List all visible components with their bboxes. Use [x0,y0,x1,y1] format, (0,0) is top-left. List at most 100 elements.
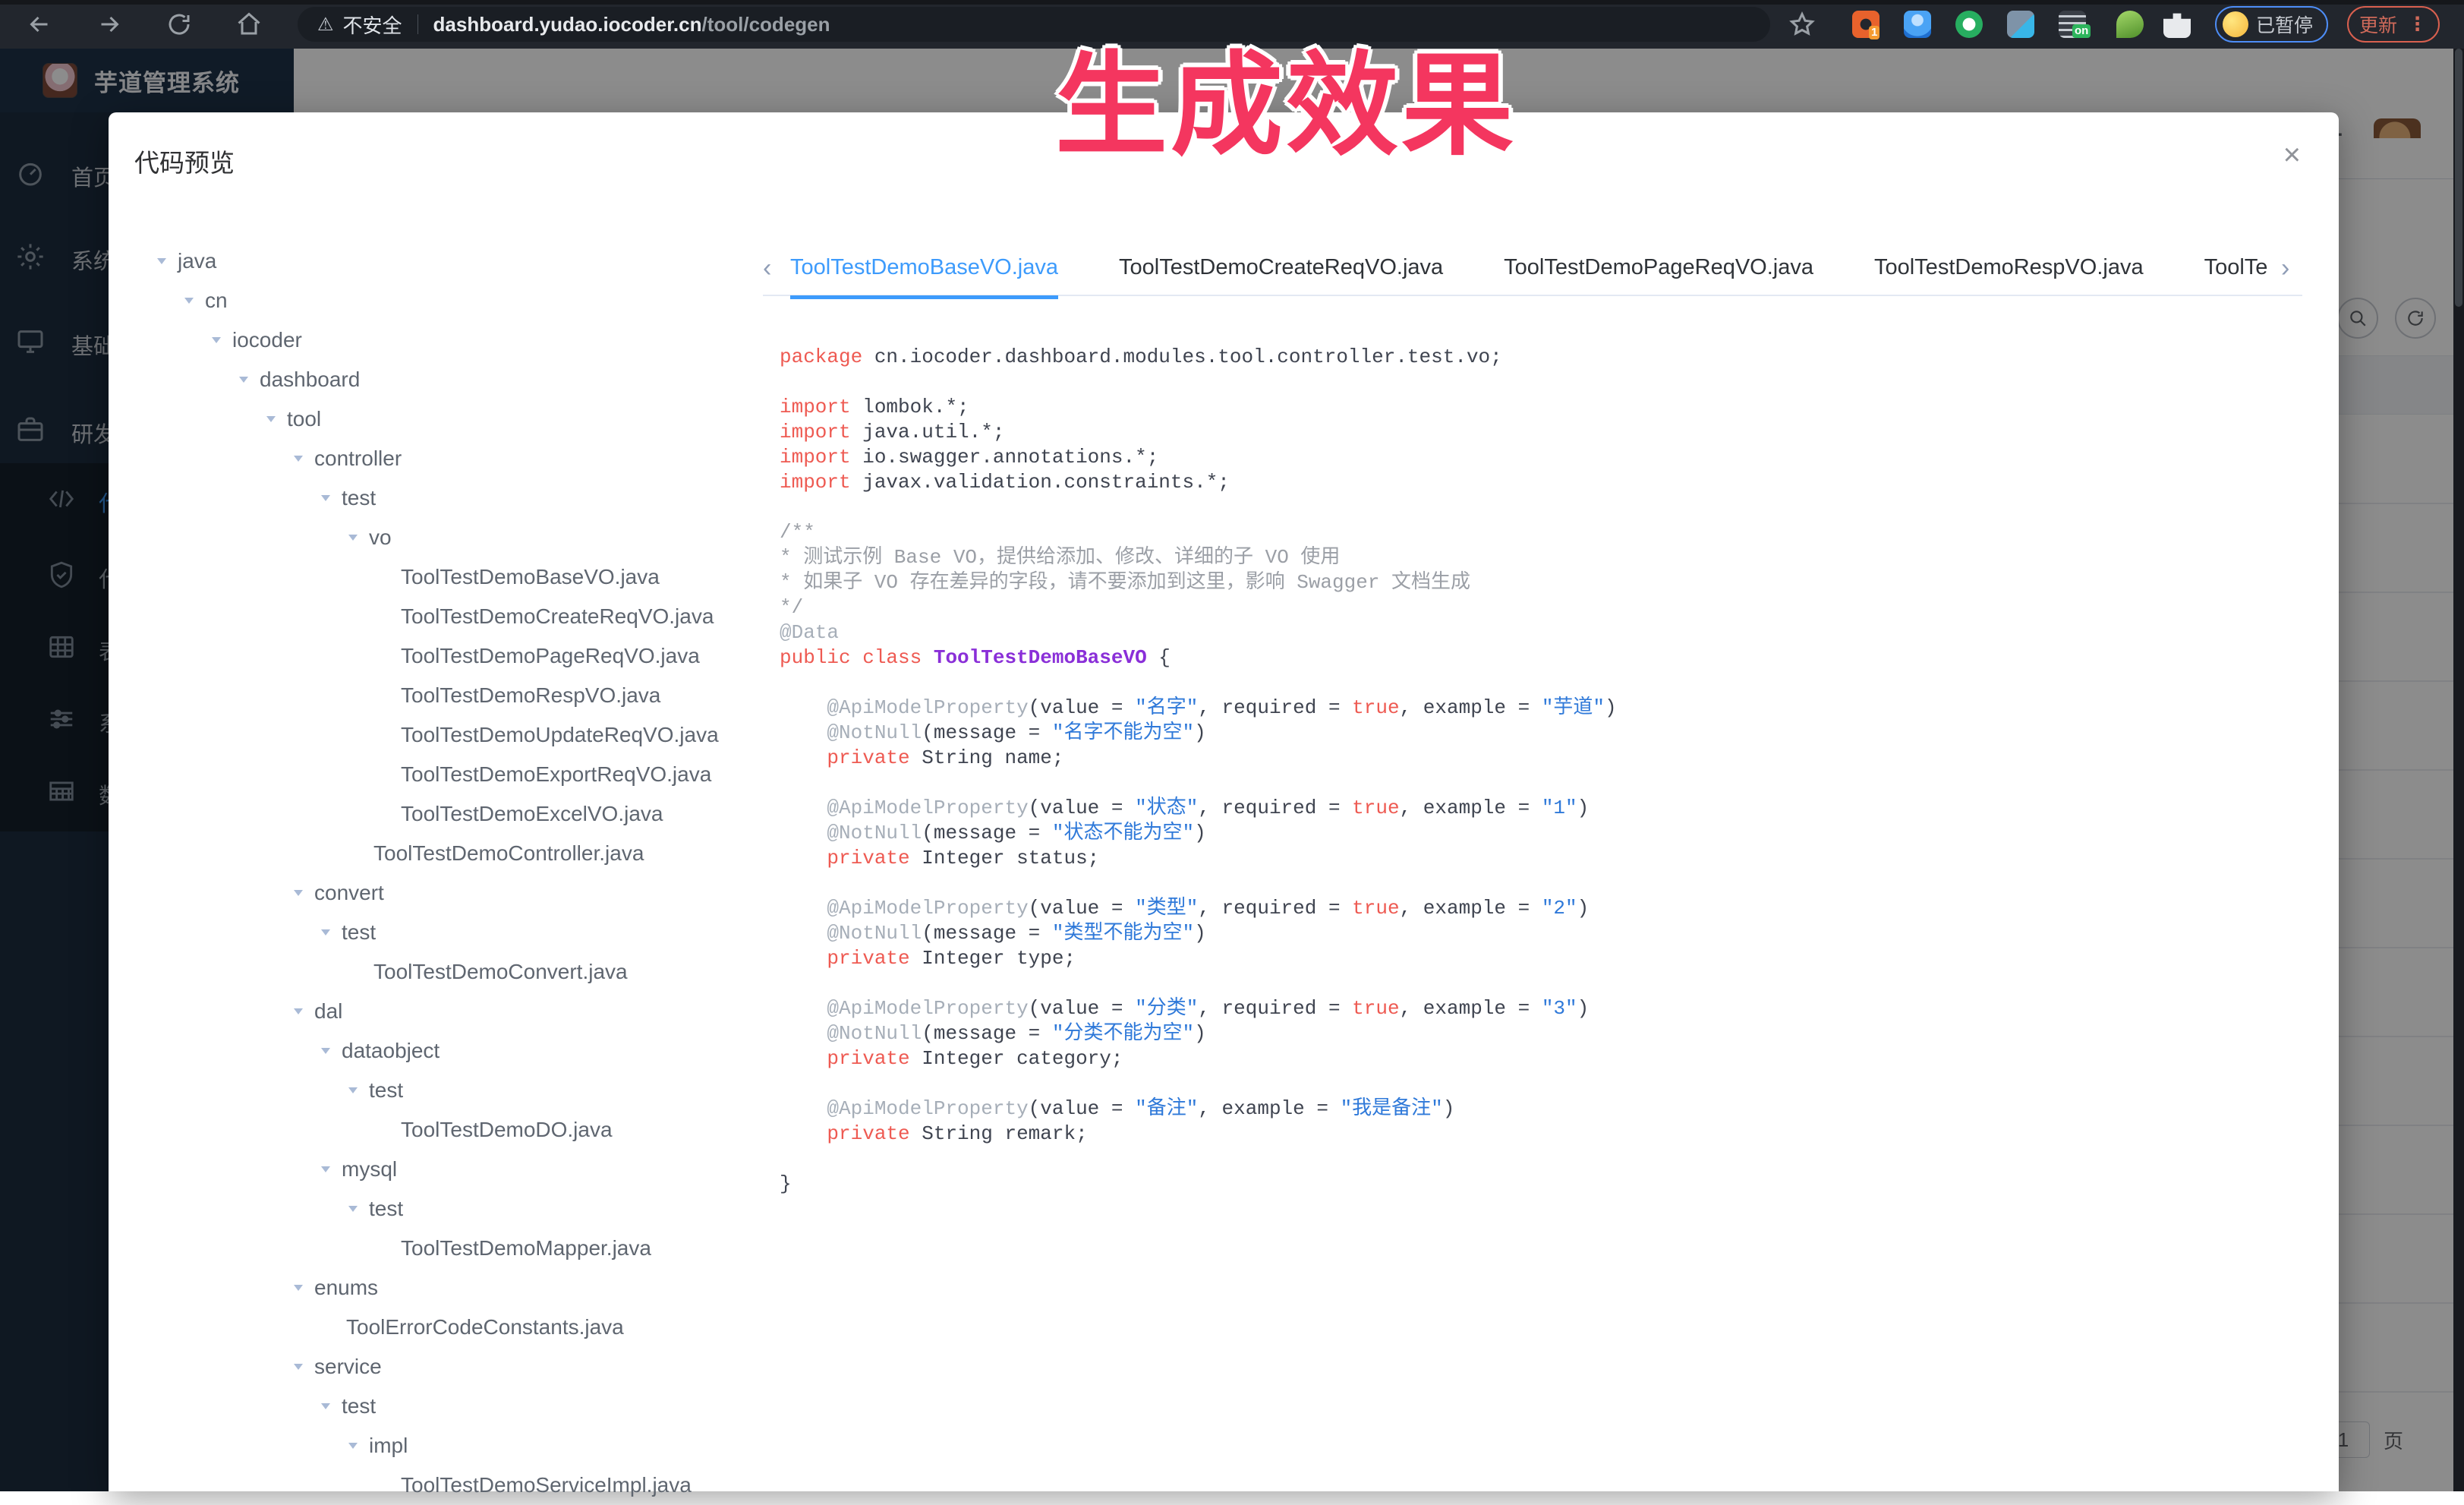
tree-node-label: controller [314,446,402,471]
tree-folder[interactable]: test [157,1387,757,1426]
tree-folder[interactable]: tool [157,399,757,439]
file-tab-0[interactable]: ToolTestDemoBaseVO.java [790,246,1058,299]
tree-file[interactable]: ToolTestDemoCreateReqVO.java [157,597,757,636]
address-bar[interactable]: ⚠ 不安全 dashboard.yudao.iocoder.cn/tool/co… [298,7,1770,42]
tree-folder[interactable]: dashboard [157,360,757,399]
file-tab-4[interactable]: ToolTe [2204,246,2268,299]
tree-file[interactable]: ToolTestDemoBaseVO.java [157,557,757,597]
code-viewer[interactable]: package cn.iocoder.dashboard.modules.too… [780,345,1617,1197]
update-label: 更新 [2359,11,2397,38]
tree-folder[interactable]: dataobject [157,1031,757,1071]
extensions-puzzle-icon[interactable] [2163,11,2191,38]
tree-node-label: test [342,486,376,510]
kebab-menu-icon[interactable]: ⋮ [2408,13,2428,36]
caret-down-icon[interactable] [348,1206,358,1212]
caret-down-icon[interactable] [321,1403,330,1409]
tabs-scroll-right-icon[interactable]: › [2281,254,2302,283]
tree-folder[interactable]: test [157,1071,757,1110]
tree-folder[interactable]: java [157,241,757,281]
caret-down-icon[interactable] [321,1048,330,1054]
caret-down-icon[interactable] [239,377,248,383]
caret-down-icon[interactable] [294,1285,303,1291]
home-icon[interactable] [235,11,263,38]
annotation-overlay-text: 生成效果 [1055,14,1541,177]
tree-node-label: dashboard [260,368,360,392]
tree-folder[interactable]: test [157,478,757,518]
extension-icon-blue-drop[interactable] [1904,11,1931,38]
caret-down-icon[interactable] [348,1443,358,1449]
caret-down-icon[interactable] [212,337,221,343]
back-icon[interactable] [26,11,53,38]
tree-folder[interactable]: vo [157,518,757,557]
address-divider [417,14,418,34]
tree-node-label: ToolTestDemoPageReqVO.java [401,644,700,668]
caret-down-icon[interactable] [294,456,303,462]
extension-icon-green-circle[interactable] [1955,11,1983,38]
tabs-scroll-left-icon[interactable]: ‹ [763,254,784,283]
caret-down-icon[interactable] [321,495,330,501]
tree-node-label: tool [287,407,321,431]
tree-node-label: enums [314,1276,378,1300]
caret-down-icon[interactable] [294,890,303,896]
tree-folder[interactable]: controller [157,439,757,478]
caret-down-icon[interactable] [266,416,276,422]
tree-file[interactable]: ToolTestDemoMapper.java [157,1229,757,1268]
caret-down-icon[interactable] [294,1008,303,1014]
tree-file[interactable]: ToolTestDemoServiceImpl.java [157,1466,757,1505]
extension-icon-sprout[interactable] [2116,11,2144,38]
caret-down-icon[interactable] [321,929,330,935]
reload-icon[interactable] [165,11,193,38]
tree-folder[interactable]: impl [157,1426,757,1466]
tree-file[interactable]: ToolTestDemoConvert.java [157,952,757,992]
tree-file[interactable]: ToolTestDemoDO.java [157,1110,757,1150]
tree-file[interactable]: ToolTestDemoExcelVO.java [157,794,757,834]
tree-node-label: convert [314,881,384,905]
tree-folder[interactable]: mysql [157,1150,757,1189]
browser-scrollbar[interactable] [2453,49,2464,1491]
tree-file[interactable]: ToolTestDemoUpdateReqVO.java [157,715,757,755]
caret-down-icon[interactable] [294,1364,303,1370]
tree-node-label: ToolTestDemoExportReqVO.java [401,762,711,787]
tree-folder[interactable]: dal [157,992,757,1031]
tree-node-label: vo [369,525,392,550]
bookmark-star-icon[interactable] [1788,11,1816,38]
tree-folder[interactable]: test [157,913,757,952]
extension-icon-squares[interactable] [2007,11,2034,38]
extension-badge-count: 1 [1869,26,1880,39]
not-secure-label: 不安全 [343,11,402,39]
tree-folder[interactable]: cn [157,281,757,320]
caret-down-icon[interactable] [348,1087,358,1093]
tree-file[interactable]: ToolTestDemoController.java [157,834,757,873]
file-tabs: ToolTestDemoBaseVO.java ToolTestDemoCreat… [790,246,2281,299]
caret-down-icon[interactable] [184,298,194,304]
tree-file[interactable]: ToolTestDemoExportReqVO.java [157,755,757,794]
tree-node-label: ToolErrorCodeConstants.java [346,1315,624,1339]
paused-profile-chip[interactable]: 已暂停 [2215,6,2328,43]
caret-down-icon[interactable] [348,535,358,541]
chrome-update-button[interactable]: 更新 ⋮ [2347,6,2440,43]
extension-badge-on: on [2072,24,2091,38]
tree-node-label: ToolTestDemoExcelVO.java [401,802,663,826]
forward-icon[interactable] [96,11,123,38]
caret-down-icon[interactable] [321,1166,330,1172]
tree-node-label: ToolTestDemoBaseVO.java [401,565,660,589]
tree-file[interactable]: ToolErrorCodeConstants.java [157,1308,757,1347]
tree-node-label: cn [205,289,228,313]
tree-node-label: dataobject [342,1039,440,1063]
tree-node-label: ToolTestDemoConvert.java [373,960,628,984]
tree-folder[interactable]: iocoder [157,320,757,360]
scrollbar-thumb[interactable] [2455,49,2462,307]
tree-file[interactable]: ToolTestDemoPageReqVO.java [157,636,757,676]
tree-folder[interactable]: convert [157,873,757,913]
tree-folder[interactable]: test [157,1189,757,1229]
file-tab-2[interactable]: ToolTestDemoPageReqVO.java [1504,246,1813,299]
file-tab-1[interactable]: ToolTestDemoCreateReqVO.java [1119,246,1443,299]
close-icon[interactable]: × [2283,140,2301,170]
tree-file[interactable]: ToolTestDemoRespVO.java [157,676,757,715]
tree-node-label: dal [314,999,342,1024]
tree-folder[interactable]: service [157,1347,757,1387]
caret-down-icon[interactable] [157,258,166,264]
file-tab-3[interactable]: ToolTestDemoRespVO.java [1874,246,2144,299]
tree-node-label: iocoder [232,328,302,352]
tree-folder[interactable]: enums [157,1268,757,1308]
